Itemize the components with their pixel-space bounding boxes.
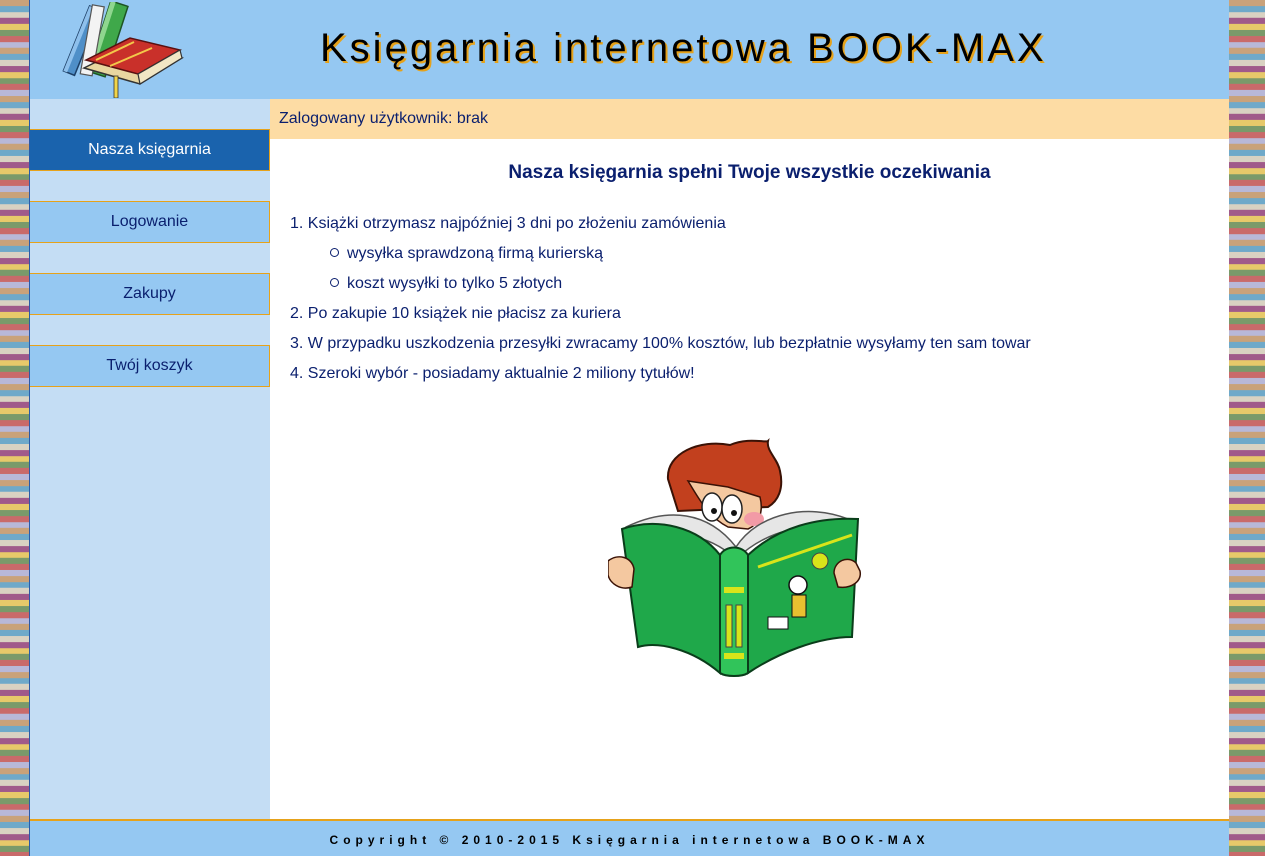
site-header: Księgarnia internetowa BOOK-MAX [30,0,1229,99]
books-logo-icon [62,2,184,98]
list-text: W przypadku uszkodzenia przesyłki zwraca… [307,335,1031,352]
list-number: 1. [290,215,304,232]
sub-list-text: koszt wysyłki to tylko 5 złotych [347,275,563,292]
boy-reading-book-illustration [608,437,861,677]
site-title: Księgarnia internetowa BOOK-MAX [320,26,1047,70]
features-list: 1. Książki otrzymasz najpóźniej 3 dni po… [290,213,1031,393]
sidebar-nav: Nasza księgarnia Logowanie Zakupy Twój k… [30,99,270,819]
nav-item-nasza-ksiegarnia[interactable]: Nasza księgarnia [30,129,270,171]
list-text: Szeroki wybór - posiadamy aktualnie 2 mi… [307,365,695,382]
nav-item-twoj-koszyk[interactable]: Twój koszyk [30,345,270,387]
list-item: 4. Szeroki wybór - posiadamy aktualnie 2… [290,363,1031,393]
sub-list-item: wysyłka sprawdzoną firmą kurierską [290,243,1031,273]
list-number: 4. [290,365,304,382]
list-item: 1. Książki otrzymasz najpóźniej 3 dni po… [290,213,1031,243]
list-text: Książki otrzymasz najpóźniej 3 dni po zł… [307,215,726,232]
list-number: 3. [290,335,304,352]
nav-item-zakupy[interactable]: Zakupy [30,273,270,315]
main-content: Nasza księgarnia spełni Twoje wszystkie … [270,139,1229,819]
page-heading: Nasza księgarnia spełni Twoje wszystkie … [508,162,991,183]
site-footer: Copyright © 2010-2015 Księgarnia interne… [30,819,1229,856]
circle-bullet-icon [330,278,339,287]
list-item: 3. W przypadku uszkodzenia przesyłki zwr… [290,333,1031,363]
page: Księgarnia internetowa BOOK-MAX Nasza ks… [29,0,1229,856]
list-text: Po zakupie 10 książek nie płacisz za kur… [307,305,621,322]
sub-list-text: wysyłka sprawdzoną firmą kurierską [347,245,604,262]
list-number: 2. [290,305,304,322]
list-item: 2. Po zakupie 10 książek nie płacisz za … [290,303,1031,333]
logged-user-status: Zalogowany użytkownik: brak [270,99,1229,139]
sub-list-item: koszt wysyłki to tylko 5 złotych [290,273,1031,303]
nav-item-logowanie[interactable]: Logowanie [30,201,270,243]
circle-bullet-icon [330,248,339,257]
